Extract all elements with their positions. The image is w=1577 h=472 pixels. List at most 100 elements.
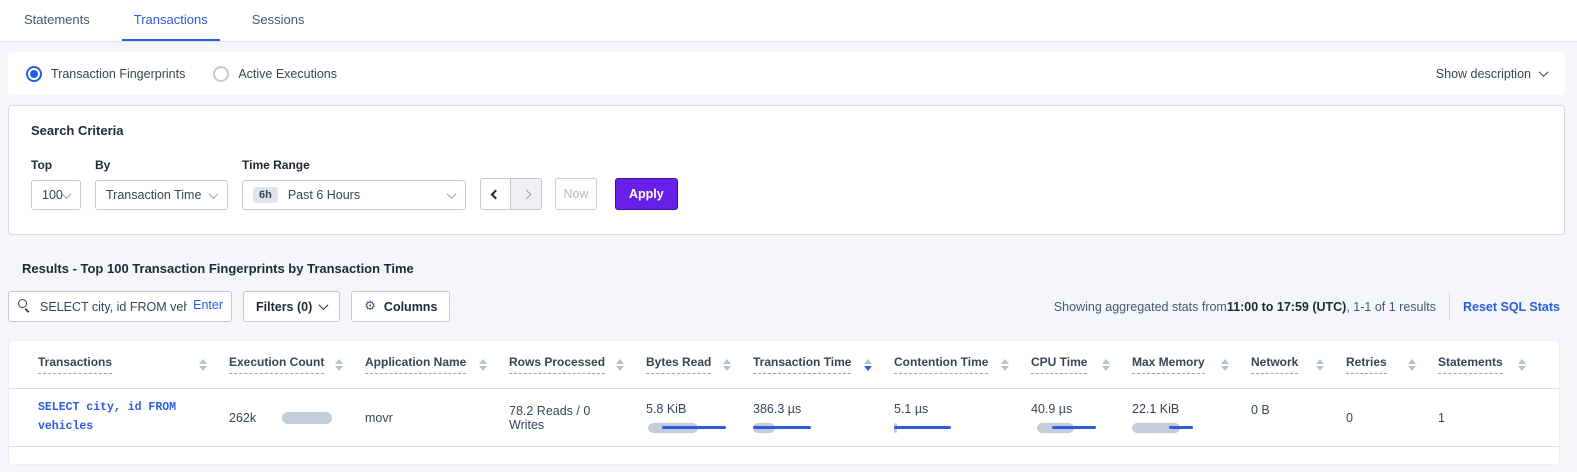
column-header-retries[interactable]: Retries bbox=[1346, 355, 1438, 374]
columns-label: Columns bbox=[384, 300, 437, 314]
tab-sessions[interactable]: Sessions bbox=[240, 0, 317, 41]
by-field: By Transaction Time bbox=[95, 158, 228, 210]
column-header-bytes-read[interactable]: Bytes Read bbox=[646, 355, 753, 374]
time-range-field: Time Range 6h Past 6 Hours bbox=[242, 158, 466, 210]
chevron-down-icon bbox=[62, 189, 72, 199]
sort-icon bbox=[335, 359, 343, 371]
sort-icon bbox=[1221, 359, 1229, 371]
time-range-badge: 6h bbox=[253, 187, 278, 203]
radio-active-executions[interactable]: Active Executions bbox=[213, 66, 337, 82]
transaction-fingerprint-link[interactable]: SELECT city, id FROMvehicles bbox=[38, 399, 207, 436]
enter-hint: Enter bbox=[193, 298, 223, 312]
stats-prefix: Showing aggregated stats from bbox=[1054, 300, 1227, 314]
top-select[interactable]: 100 bbox=[31, 180, 81, 210]
search-criteria-card: Search Criteria Top 100 By Transaction T… bbox=[8, 105, 1565, 235]
radio-label: Active Executions bbox=[238, 67, 337, 81]
cell-rows-processed: 78.2 Reads / 0 Writes bbox=[509, 404, 646, 432]
time-range-value: Past 6 Hours bbox=[288, 188, 360, 202]
next-time-range-button[interactable] bbox=[511, 178, 542, 210]
column-header-contention-time[interactable]: Contention Time bbox=[894, 355, 1031, 374]
sort-icon bbox=[1408, 359, 1416, 371]
radio-selected-icon bbox=[26, 66, 42, 82]
cell-bytes-read: 5.8 KiB bbox=[646, 402, 753, 433]
by-select-value: Transaction Time bbox=[106, 188, 201, 202]
max-memory-bar bbox=[1132, 423, 1229, 433]
time-range-nav bbox=[480, 178, 542, 210]
chevron-left-icon bbox=[491, 189, 501, 199]
chevron-right-icon bbox=[521, 189, 531, 199]
cell-application-name: movr bbox=[365, 411, 509, 425]
cell-cpu-time: 40.9 µs bbox=[1031, 402, 1132, 433]
radio-unselected-icon bbox=[213, 66, 229, 82]
show-description-toggle[interactable]: Show description bbox=[1436, 67, 1547, 81]
cpu-time-bar bbox=[1031, 423, 1110, 433]
stats-suffix: , 1-1 of 1 results bbox=[1346, 300, 1436, 314]
stats-time-window: 11:00 to 17:59 (UTC) bbox=[1227, 300, 1346, 314]
chevron-down-icon bbox=[1539, 67, 1549, 77]
table-header-row: Transactions Execution Count Application… bbox=[9, 341, 1559, 389]
time-range-label: Time Range bbox=[242, 158, 466, 172]
filters-label: Filters (0) bbox=[256, 300, 312, 314]
show-description-label: Show description bbox=[1436, 67, 1531, 81]
transaction-time-bar bbox=[753, 423, 872, 433]
chevron-down-icon bbox=[209, 189, 219, 199]
reset-sql-stats-link[interactable]: Reset SQL Stats bbox=[1463, 300, 1560, 314]
sort-icon bbox=[1316, 359, 1324, 371]
radio-label: Transaction Fingerprints bbox=[51, 67, 185, 81]
tab-transactions[interactable]: Transactions bbox=[122, 0, 220, 41]
cell-network: 0 B bbox=[1251, 389, 1346, 417]
radio-transaction-fingerprints[interactable]: Transaction Fingerprints bbox=[26, 66, 185, 82]
top-tab-bar: Statements Transactions Sessions bbox=[0, 0, 1577, 42]
column-header-network[interactable]: Network bbox=[1251, 355, 1346, 374]
bytes-read-bar bbox=[646, 423, 731, 433]
cell-contention-time: 5.1 µs bbox=[894, 402, 1031, 433]
previous-time-range-button[interactable] bbox=[480, 178, 511, 210]
by-label: By bbox=[95, 158, 228, 172]
chevron-down-icon bbox=[447, 189, 457, 199]
contention-time-bar bbox=[894, 423, 1009, 433]
column-header-cpu-time[interactable]: CPU Time bbox=[1031, 355, 1132, 374]
vertical-divider bbox=[1449, 293, 1450, 321]
results-controls-row: Enter Filters (0) ⚙ Columns Showing aggr… bbox=[8, 291, 1560, 322]
cell-retries: 0 bbox=[1346, 411, 1438, 425]
column-header-application-name[interactable]: Application Name bbox=[365, 355, 509, 374]
sort-icon bbox=[199, 359, 207, 371]
sort-icon bbox=[616, 359, 624, 371]
top-select-value: 100 bbox=[42, 188, 63, 202]
sort-icon bbox=[723, 359, 731, 371]
aggregated-stats-text: Showing aggregated stats from 11:00 to 1… bbox=[1054, 293, 1560, 321]
gear-icon: ⚙ bbox=[364, 299, 376, 314]
results-heading: Results - Top 100 Transaction Fingerprin… bbox=[22, 261, 1577, 276]
search-box: Enter bbox=[8, 291, 232, 322]
sort-icon bbox=[479, 359, 487, 371]
cell-transaction-time: 386.3 µs bbox=[753, 402, 894, 433]
column-header-max-memory[interactable]: Max Memory bbox=[1132, 355, 1251, 374]
sort-icon bbox=[1001, 359, 1009, 371]
time-range-select[interactable]: 6h Past 6 Hours bbox=[242, 180, 466, 210]
top-label: Top bbox=[31, 158, 81, 172]
sort-icon bbox=[1102, 359, 1110, 371]
columns-button[interactable]: ⚙ Columns bbox=[351, 291, 450, 322]
search-criteria-title: Search Criteria bbox=[31, 123, 1542, 138]
transactions-page: Statements Transactions Sessions Transac… bbox=[0, 0, 1577, 472]
cell-statements: 1 bbox=[1438, 411, 1548, 425]
cell-execution-count: 262k bbox=[229, 411, 365, 425]
cell-transaction-fingerprint: SELECT city, id FROMvehicles bbox=[38, 399, 229, 436]
now-button[interactable]: Now bbox=[555, 178, 597, 210]
column-header-rows-processed[interactable]: Rows Processed bbox=[509, 355, 646, 374]
sort-icon-active-desc bbox=[864, 359, 872, 371]
cell-max-memory: 22.1 KiB bbox=[1132, 402, 1251, 433]
execution-count-bar bbox=[282, 412, 332, 424]
search-criteria-row: Top 100 By Transaction Time Time Range 6… bbox=[31, 158, 1542, 210]
by-select[interactable]: Transaction Time bbox=[95, 180, 228, 210]
column-header-statements[interactable]: Statements bbox=[1438, 355, 1548, 374]
view-toggle-card: Transaction Fingerprints Active Executio… bbox=[8, 52, 1565, 95]
filters-button[interactable]: Filters (0) bbox=[243, 291, 340, 322]
column-header-execution-count[interactable]: Execution Count bbox=[229, 355, 365, 374]
column-header-transactions[interactable]: Transactions bbox=[38, 355, 229, 374]
table-row: SELECT city, id FROMvehicles 262k movr 7… bbox=[9, 389, 1559, 447]
column-header-transaction-time[interactable]: Transaction Time bbox=[753, 355, 894, 374]
sort-icon bbox=[1518, 359, 1526, 371]
tab-statements[interactable]: Statements bbox=[12, 0, 102, 41]
apply-button[interactable]: Apply bbox=[615, 178, 678, 210]
